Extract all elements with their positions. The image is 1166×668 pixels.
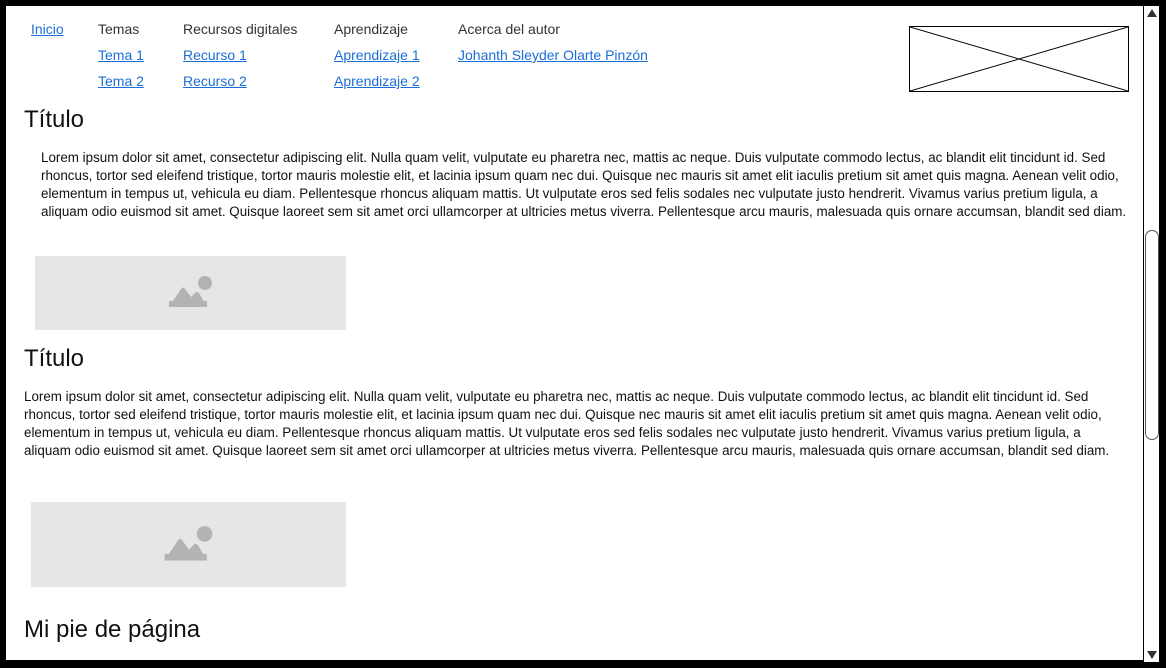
nav-link-tema-1[interactable]: Tema 1 <box>98 47 144 63</box>
scrollbar-thumb[interactable] <box>1145 230 1159 440</box>
image-placeholder-icon <box>164 525 212 561</box>
nav-col-home: Inicio <box>31 20 64 46</box>
nav-link-aprendizaje-1[interactable]: Aprendizaje 1 <box>334 47 420 63</box>
nav-heading-temas: Temas <box>98 21 140 37</box>
top-navigation: Inicio Temas Tema 1 Tema 2 Recursos digi… <box>6 6 906 101</box>
section-2-image <box>31 502 346 587</box>
image-placeholder-icon <box>168 276 212 307</box>
nav-link-tema-2[interactable]: Tema 2 <box>98 73 144 89</box>
nav-heading-aprendizaje: Aprendizaje <box>334 21 408 37</box>
section-2-title: Título <box>24 345 85 372</box>
nav-heading-autor: Acerca del autor <box>458 21 560 37</box>
section-1-image <box>35 256 346 330</box>
footer-title: Mi pie de página <box>24 616 201 643</box>
section-1-body: Lorem ipsum dolor sit amet, consectetur … <box>41 150 1127 219</box>
nav-col-autor: Acerca del autor Johanth Sleyder Olarte … <box>458 20 648 72</box>
nav-link-aprendizaje-2[interactable]: Aprendizaje 2 <box>334 73 420 89</box>
nav-heading-recursos: Recursos digitales <box>183 21 298 37</box>
vertical-scrollbar[interactable] <box>1143 6 1159 662</box>
scroll-up-icon[interactable] <box>1144 6 1159 20</box>
nav-col-aprendizaje: Aprendizaje Aprendizaje 1 Aprendizaje 2 <box>334 20 420 98</box>
nav-col-recursos: Recursos digitales Recurso 1 Recurso 2 <box>183 20 297 98</box>
nav-link-home[interactable]: Inicio <box>31 21 64 37</box>
logo-placeholder-icon <box>909 26 1129 92</box>
scroll-down-icon[interactable] <box>1144 648 1159 662</box>
nav-link-recurso-2[interactable]: Recurso 2 <box>183 73 247 89</box>
nav-col-temas: Temas Tema 1 Tema 2 <box>98 20 144 98</box>
section-1-title: Título <box>24 106 85 133</box>
nav-link-recurso-1[interactable]: Recurso 1 <box>183 47 247 63</box>
nav-link-author[interactable]: Johanth Sleyder Olarte Pinzón <box>458 47 648 63</box>
section-2-body: Lorem ipsum dolor sit amet, consectetur … <box>24 389 1110 458</box>
page-viewport: Inicio Temas Tema 1 Tema 2 Recursos digi… <box>6 6 1143 660</box>
